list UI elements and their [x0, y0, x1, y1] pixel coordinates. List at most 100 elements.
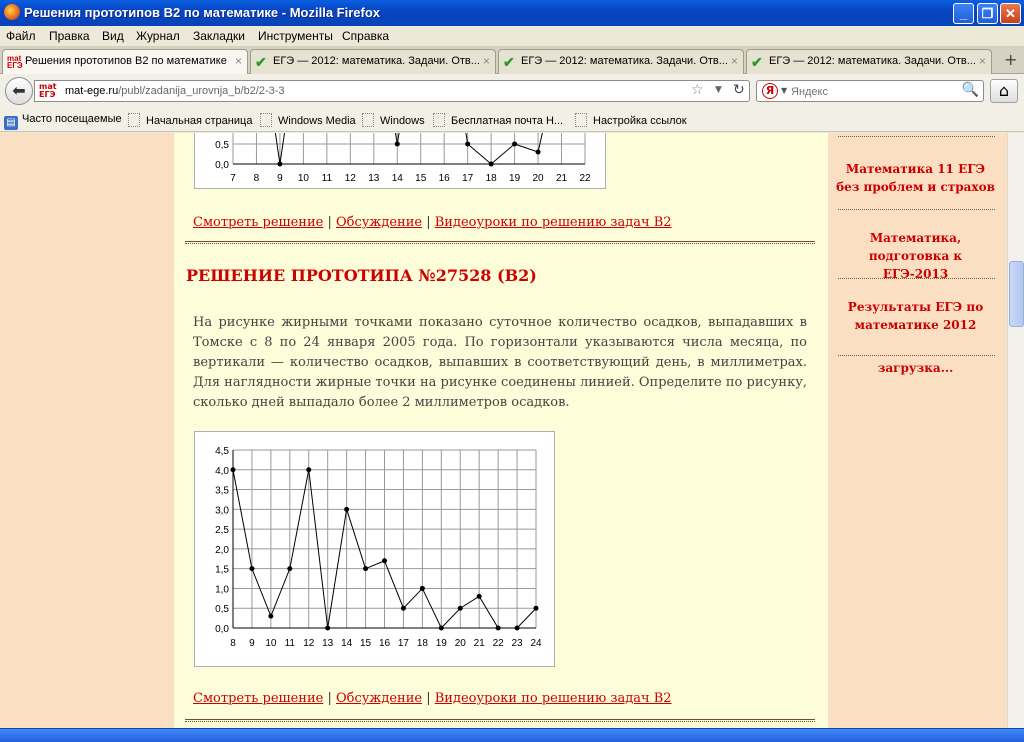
- y-tick-label: 0,5: [215, 604, 229, 615]
- minimize-button[interactable]: _: [953, 3, 974, 24]
- x-tick-label: 20: [455, 638, 467, 649]
- x-tick-label: 11: [322, 173, 333, 184]
- tab-label: ЕГЭ — 2012: математика. Задачи. Отв...: [521, 55, 728, 67]
- y-tick-label: 4,0: [215, 466, 229, 477]
- y-tick-label: 0,0: [215, 160, 229, 171]
- bookmark-windows-media[interactable]: Windows Media: [260, 113, 356, 127]
- x-tick-label: 24: [530, 638, 542, 649]
- discussion-link[interactable]: Обсуждение: [336, 691, 422, 706]
- check-icon: ✔: [255, 54, 267, 70]
- url-path: /publ/zadanija_urovnja_b/b2/2-3-3: [118, 85, 285, 97]
- data-point: [533, 605, 539, 611]
- x-tick-label: 7: [230, 173, 236, 184]
- sidebar-separator: [838, 209, 995, 210]
- data-point: [457, 605, 463, 611]
- page-icon: [575, 113, 587, 127]
- divider: [185, 241, 815, 244]
- tab-close-icon[interactable]: ×: [979, 54, 986, 68]
- data-point: [495, 625, 501, 631]
- y-tick-label: 2,0: [215, 545, 229, 556]
- discussion-link[interactable]: Обсуждение: [336, 215, 422, 230]
- series-line-segment: [537, 133, 543, 153]
- x-tick-label: 15: [415, 173, 427, 184]
- y-tick-label: 3,5: [215, 486, 229, 497]
- menu-edit[interactable]: Правка: [49, 29, 90, 43]
- search-bar[interactable]: Я ▼ 🔍: [756, 80, 984, 102]
- video-lessons-link[interactable]: Видеоуроки по решению задач B2: [435, 215, 672, 230]
- sidebar-separator: [838, 136, 995, 137]
- data-point: [382, 558, 387, 564]
- x-tick-label: 23: [512, 638, 524, 649]
- x-tick-label: 13: [368, 173, 380, 184]
- url-domain: mat-ege.ru: [65, 85, 119, 97]
- menu-history[interactable]: Журнал: [136, 29, 180, 43]
- tab-label: ЕГЭ — 2012: математика. Задачи. Отв...: [273, 55, 480, 67]
- x-tick-label: 12: [303, 638, 315, 649]
- search-input[interactable]: [791, 84, 951, 99]
- data-point: [287, 566, 293, 572]
- sidebar-link-prep2013[interactable]: Математика, подготовка к ЕГЭ-2013: [836, 229, 995, 283]
- new-tab-button[interactable]: +: [1004, 50, 1017, 69]
- scrollbar-thumb[interactable]: [1009, 261, 1024, 327]
- check-icon: ✔: [751, 54, 763, 70]
- tab-ege-1[interactable]: ✔ ЕГЭ — 2012: математика. Задачи. Отв...…: [250, 49, 496, 74]
- tab-close-icon[interactable]: ×: [235, 54, 242, 68]
- tab-ege-3[interactable]: ✔ ЕГЭ — 2012: математика. Задачи. Отв...…: [746, 49, 992, 74]
- page-icon: [362, 113, 374, 127]
- x-tick-label: 19: [509, 173, 521, 184]
- bookmark-free-mail[interactable]: Бесплатная почта Н...: [433, 113, 563, 127]
- url-bar[interactable]: mat ЕГЭ mat-ege.ru/publ/zadanija_urovnja_…: [34, 80, 750, 102]
- search-engine-dropdown-icon[interactable]: ▼: [781, 86, 787, 95]
- page-icon: [433, 113, 445, 127]
- data-point: [465, 141, 471, 147]
- bookmark-customize-links[interactable]: Настройка ссылок: [575, 113, 687, 127]
- x-tick-label: 10: [265, 638, 277, 649]
- menu-file[interactable]: Файл: [6, 29, 36, 43]
- data-point: [400, 605, 406, 611]
- sidebar-link-results2012[interactable]: Результаты ЕГЭ по математике 2012: [836, 298, 995, 334]
- bookmark-star-icon[interactable]: ☆: [691, 82, 704, 98]
- x-tick-label: 19: [436, 638, 448, 649]
- search-icon[interactable]: 🔍: [962, 82, 979, 98]
- sidebar-link-math11[interactable]: Математика 11 ЕГЭ без проблем и страхов: [836, 160, 995, 196]
- x-tick-label: 15: [360, 638, 372, 649]
- y-tick-label: 0,0: [215, 624, 229, 635]
- maximize-button[interactable]: ❐: [977, 3, 998, 24]
- data-point: [476, 593, 482, 599]
- sidebar-separator: [838, 278, 995, 279]
- history-dropdown-icon[interactable]: ▼: [715, 85, 722, 95]
- menu-bookmarks[interactable]: Закладки: [193, 29, 245, 43]
- check-icon: ✔: [503, 54, 515, 70]
- menu-tools[interactable]: Инструменты: [258, 29, 333, 43]
- y-tick-label: 3,0: [215, 505, 229, 516]
- bookmark-most-visited[interactable]: ▤ Часто посещаемые: [4, 113, 122, 130]
- view-solution-link[interactable]: Смотреть решение: [193, 215, 323, 230]
- links-row-2: Смотреть решение | Обсуждение | Видеоуро…: [193, 691, 672, 706]
- x-tick-label: 10: [298, 173, 310, 184]
- bookmark-start-page[interactable]: Начальная страница: [128, 113, 252, 127]
- tab-ege-2[interactable]: ✔ ЕГЭ — 2012: математика. Задачи. Отв...…: [498, 49, 744, 74]
- x-tick-label: 11: [285, 638, 296, 649]
- home-button[interactable]: ⌂: [990, 79, 1018, 103]
- view-solution-link[interactable]: Смотреть решение: [193, 691, 323, 706]
- video-lessons-link[interactable]: Видеоуроки по решению задач B2: [435, 691, 672, 706]
- menu-help[interactable]: Справка: [342, 29, 389, 43]
- back-arrow-icon: ⬅: [12, 81, 26, 100]
- most-visited-icon: ▤: [4, 116, 18, 130]
- reload-icon[interactable]: ↻: [733, 82, 745, 98]
- url-text[interactable]: mat-ege.ru/publ/zadanija_urovnja_b/b2/2-…: [65, 85, 285, 97]
- tab-close-icon[interactable]: ×: [483, 54, 490, 68]
- back-button[interactable]: ⬅: [5, 77, 33, 105]
- close-button[interactable]: ✕: [1000, 3, 1021, 24]
- tab-active[interactable]: mat ЕГЭ Решения прототипов B2 по математи…: [2, 49, 248, 75]
- data-point: [344, 506, 350, 512]
- bookmark-windows[interactable]: Windows: [362, 113, 425, 127]
- menu-view[interactable]: Вид: [102, 29, 124, 43]
- chart-previous-svg: 0,5 0,07 8 9 10 11 12 13 14 15 16 17 18 19 20 21 22: [215, 133, 591, 184]
- page-icon: [260, 113, 272, 127]
- yandex-icon[interactable]: Я: [762, 83, 778, 99]
- vertical-scrollbar[interactable]: [1007, 133, 1024, 728]
- site-identity-icon[interactable]: mat ЕГЭ: [39, 83, 57, 99]
- data-point: [306, 467, 312, 473]
- tab-close-icon[interactable]: ×: [731, 54, 738, 68]
